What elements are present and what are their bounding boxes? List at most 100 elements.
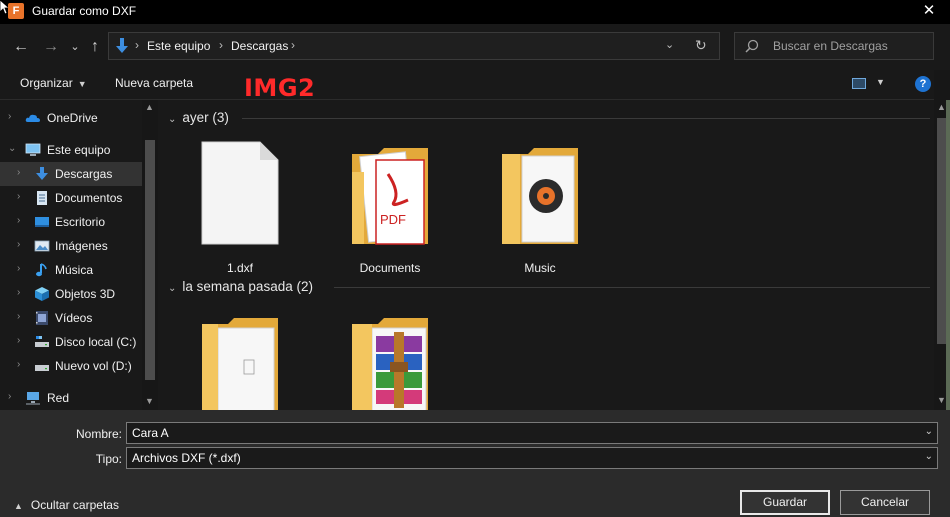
search-icon: [745, 39, 759, 53]
sidebar-item-descargas[interactable]: › Descargas: [0, 162, 142, 186]
video-icon: [36, 311, 48, 325]
folder-item-music[interactable]: Music: [480, 136, 600, 276]
sidebar-item-label: Este equipo: [47, 143, 111, 157]
sidebar-item-documentos[interactable]: › Documentos: [0, 186, 142, 210]
hide-folders-button[interactable]: ▲ Ocultar carpetas: [14, 498, 119, 512]
navigation-bar: ← → ⌄ ↑ › Este equipo › Descargas › ⌄ ↻ …: [0, 24, 950, 70]
download-icon: [36, 167, 48, 180]
chevron-up-icon: ▲: [14, 501, 23, 511]
chevron-right-icon[interactable]: ›: [17, 335, 20, 346]
group-title: la semana pasada (2): [182, 279, 313, 294]
drive-icon: [35, 336, 49, 347]
sidebar-scrollbar[interactable]: ▲ ▼: [142, 100, 158, 410]
chevron-down-icon[interactable]: ⌄: [925, 451, 933, 462]
chevron-right-icon[interactable]: ›: [8, 391, 11, 402]
navigation-pane: › OneDrive ⌄ Este equipo › Descargas › D…: [0, 100, 158, 410]
back-button[interactable]: ←: [10, 36, 32, 58]
sidebar-item-label: Nuevo vol (D:): [55, 359, 132, 373]
organize-button[interactable]: Organizar ▼: [20, 76, 87, 90]
chevron-right-icon[interactable]: ›: [17, 215, 20, 226]
sidebar-item-escritorio[interactable]: › Escritorio: [0, 210, 142, 234]
group-title: ayer (3): [182, 110, 229, 125]
chevron-right-icon[interactable]: ›: [17, 359, 20, 370]
breadcrumb-este-equipo[interactable]: Este equipo: [147, 39, 210, 53]
sidebar-item-disco-local-c[interactable]: › Disco local (C:): [0, 330, 142, 354]
group-divider: [334, 287, 930, 288]
view-options-icon[interactable]: [852, 78, 866, 89]
chevron-right-icon[interactable]: ›: [17, 287, 20, 298]
cancel-button[interactable]: Cancelar: [840, 490, 930, 515]
window-title: Guardar como DXF: [32, 4, 137, 18]
desktop-icon: [35, 217, 49, 227]
view-options-caret[interactable]: ▼: [876, 77, 885, 87]
folder-item-documents-2[interactable]: [180, 306, 300, 410]
hide-folders-label: Ocultar carpetas: [30, 498, 119, 512]
cube-icon: [35, 287, 49, 301]
help-icon[interactable]: ?: [915, 76, 931, 92]
cloud-icon: [25, 114, 40, 122]
document-folder-icon: [202, 318, 278, 410]
forward-button[interactable]: →: [40, 36, 62, 58]
up-button[interactable]: ↑: [84, 36, 106, 58]
refresh-button[interactable]: ↻: [695, 37, 707, 54]
chevron-right-icon[interactable]: ›: [17, 239, 20, 250]
sidebar-item-imagenes[interactable]: › Imágenes: [0, 234, 142, 258]
chevron-down-icon[interactable]: ⌄: [8, 143, 16, 154]
breadcrumb-descargas[interactable]: Descargas: [231, 39, 288, 53]
chevron-right-icon[interactable]: ›: [17, 311, 20, 322]
command-toolbar: Organizar ▼ Nueva carpeta IMG2 ▼ ?: [0, 70, 950, 102]
sidebar-item-videos[interactable]: › Vídeos: [0, 306, 142, 330]
sidebar-item-musica[interactable]: › Música: [0, 258, 142, 282]
recent-locations-button[interactable]: ⌄: [64, 36, 86, 58]
file-name-value: Cara A: [132, 426, 169, 440]
chevron-down-icon: ▼: [77, 79, 87, 89]
file-type-select[interactable]: Archivos DXF (*.dxf) ⌄: [126, 447, 938, 469]
address-dropdown-button[interactable]: ⌄: [665, 38, 674, 51]
chevron-down-icon[interactable]: ⌄: [925, 426, 933, 437]
title-bar: F Guardar como DXF ✕: [0, 0, 950, 24]
chevron-right-icon[interactable]: ›: [17, 167, 20, 178]
sidebar-item-este-equipo[interactable]: ⌄ Este equipo: [0, 138, 142, 162]
archive-folder-icon: [352, 318, 428, 410]
sidebar-item-label: Descargas: [55, 167, 113, 181]
document-icon: [37, 191, 47, 205]
sidebar-item-label: Música: [55, 263, 94, 277]
group-header-ayer[interactable]: ⌄ ayer (3): [168, 110, 229, 125]
blank-file-icon: [201, 141, 279, 245]
folder-item-archive[interactable]: [330, 306, 450, 410]
organize-label: Organizar: [20, 76, 73, 90]
search-input[interactable]: Buscar en Descargas: [734, 32, 934, 60]
file-item-1-dxf[interactable]: 1.dxf: [180, 136, 300, 276]
pdf-folder-icon: PDF: [352, 148, 428, 245]
address-bar[interactable]: › Este equipo › Descargas › ⌄ ↻: [108, 32, 720, 60]
chevron-right-icon[interactable]: ›: [17, 263, 20, 274]
sidebar-item-label: Red: [47, 391, 70, 405]
sidebar-item-objetos-3d[interactable]: › Objetos 3D: [0, 282, 142, 306]
scroll-up-arrow[interactable]: ▲: [145, 102, 154, 112]
chevron-right-icon[interactable]: ›: [8, 111, 11, 122]
chevron-right-icon[interactable]: ›: [17, 191, 20, 202]
file-name-input[interactable]: Cara A ⌄: [126, 422, 938, 444]
group-header-semana-pasada[interactable]: ⌄ la semana pasada (2): [168, 279, 313, 294]
network-icon: [26, 392, 40, 405]
scroll-down-arrow[interactable]: ▼: [145, 396, 154, 406]
save-button[interactable]: Guardar: [740, 490, 830, 515]
music-folder-icon: [502, 148, 578, 244]
sidebar-item-nuevo-vol-d[interactable]: › Nuevo vol (D:): [0, 354, 142, 378]
file-type-value: Archivos DXF (*.dxf): [132, 451, 241, 465]
app-icon: F: [8, 3, 24, 19]
scroll-down-arrow[interactable]: ▼: [937, 395, 946, 405]
breadcrumb-separator: ›: [291, 38, 295, 52]
background-window-edge: [946, 100, 950, 410]
file-label: 1.dxf: [226, 261, 253, 275]
close-button[interactable]: ✕: [914, 0, 944, 24]
scroll-up-arrow[interactable]: ▲: [937, 102, 946, 112]
sidebar-item-label: Documentos: [55, 191, 123, 205]
search-placeholder: Buscar en Descargas: [773, 39, 888, 53]
folder-item-documents[interactable]: PDF Documents: [330, 136, 450, 276]
new-folder-button[interactable]: Nueva carpeta: [115, 76, 193, 90]
sidebar-item-label: Disco local (C:): [55, 335, 137, 349]
sidebar-item-onedrive[interactable]: › OneDrive: [0, 106, 142, 130]
sidebar-item-red[interactable]: › Red: [0, 386, 142, 410]
sidebar-scroll-thumb[interactable]: [145, 140, 155, 380]
